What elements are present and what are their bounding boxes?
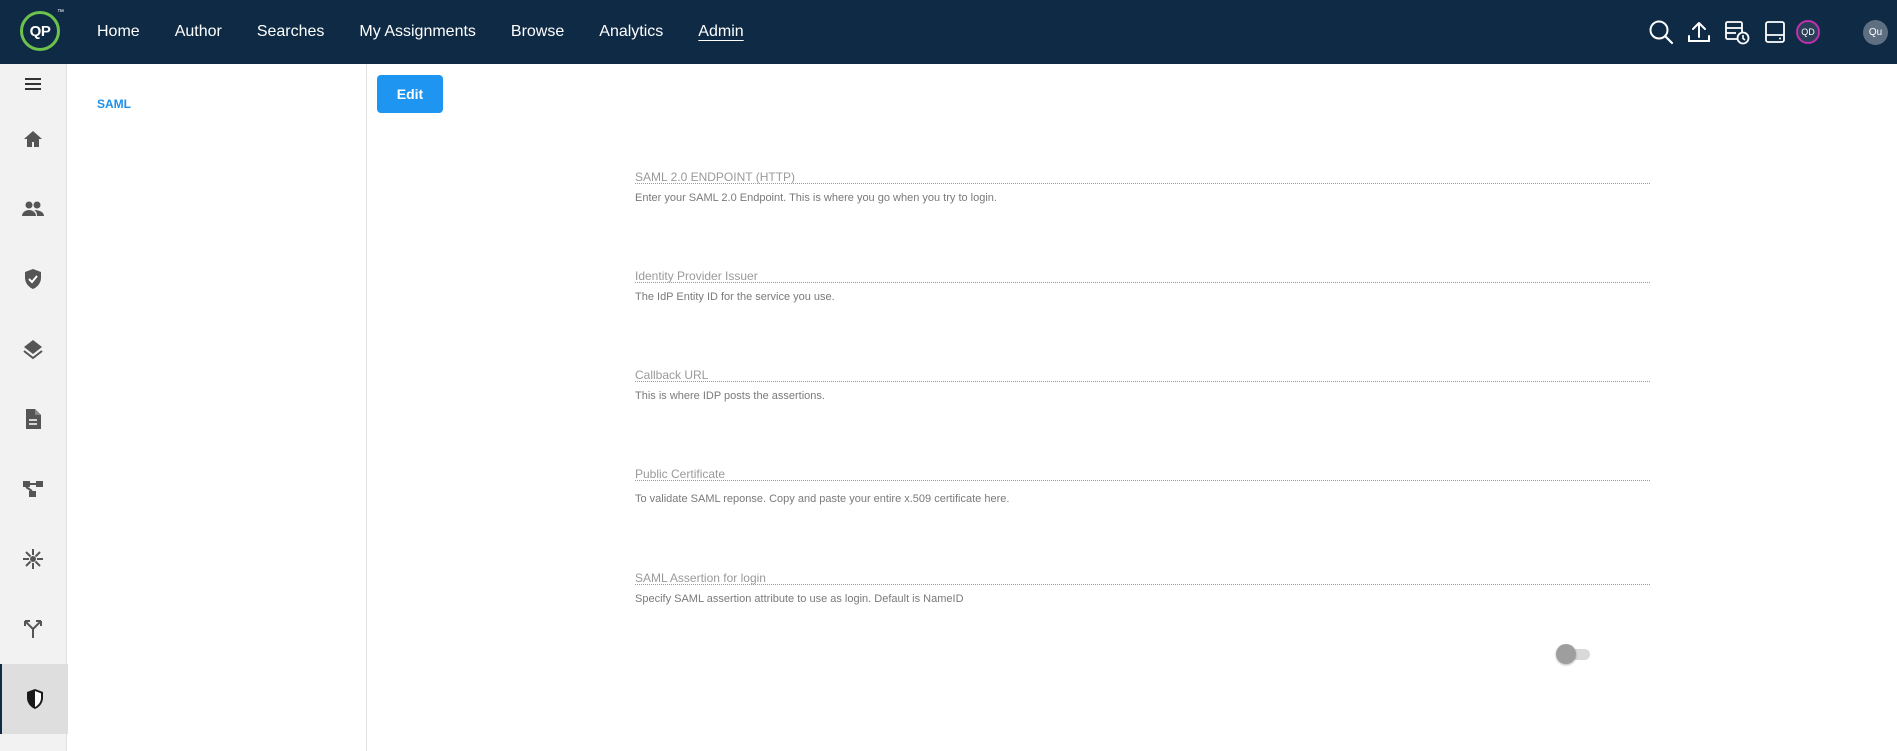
layers-icon[interactable] bbox=[0, 329, 66, 369]
field-help: To validate SAML reponse. Copy and paste… bbox=[635, 493, 1010, 505]
search-icon[interactable] bbox=[1647, 18, 1675, 46]
sub-navigation: SAML bbox=[67, 64, 367, 751]
nav-searches[interactable]: Searches bbox=[257, 23, 325, 41]
tray-icon[interactable] bbox=[1761, 18, 1789, 46]
app-logo[interactable]: QP bbox=[20, 11, 60, 51]
saml-toggle[interactable] bbox=[1556, 644, 1592, 664]
home-icon[interactable] bbox=[0, 119, 66, 159]
main-nav: Home Author Searches My Assignments Brow… bbox=[97, 0, 779, 64]
idp-issuer-field[interactable]: Identity Provider Issuer The IdP Entity … bbox=[635, 269, 1650, 303]
field-help: This is where IDP posts the assertions. bbox=[635, 390, 825, 402]
field-label: Callback URL bbox=[635, 368, 709, 382]
nav-browse[interactable]: Browse bbox=[511, 23, 564, 41]
saml-endpoint-field[interactable]: SAML 2.0 ENDPOINT (HTTP) Enter your SAML… bbox=[635, 170, 1650, 204]
field-help: Enter your SAML 2.0 Endpoint. This is wh… bbox=[635, 192, 997, 204]
upload-icon[interactable] bbox=[1685, 18, 1713, 46]
subnav-saml[interactable]: SAML bbox=[97, 97, 131, 111]
document-icon[interactable] bbox=[0, 399, 66, 439]
callback-url-field[interactable]: Callback URL This is where IDP posts the… bbox=[635, 368, 1650, 402]
qd-avatar[interactable]: QD bbox=[1796, 20, 1820, 44]
field-label: SAML Assertion for login bbox=[635, 571, 766, 585]
trademark: ™ bbox=[57, 9, 64, 16]
nav-home[interactable]: Home bbox=[97, 23, 140, 41]
menu-icon[interactable] bbox=[0, 64, 66, 104]
field-help: The IdP Entity ID for the service you us… bbox=[635, 291, 835, 303]
edit-button[interactable]: Edit bbox=[377, 75, 443, 113]
saml-assertion-login-field[interactable]: SAML Assertion for login Specify SAML as… bbox=[635, 571, 1650, 605]
top-navigation-bar: QP ™ Home Author Searches My Assignments… bbox=[0, 0, 1897, 64]
workflow-icon[interactable] bbox=[0, 469, 66, 509]
shield-check-icon[interactable] bbox=[0, 259, 66, 299]
nav-my-assignments[interactable]: My Assignments bbox=[359, 23, 475, 41]
scheduled-jobs-icon[interactable] bbox=[1723, 18, 1751, 46]
field-label: SAML 2.0 ENDPOINT (HTTP) bbox=[635, 170, 796, 184]
field-label: Public Certificate bbox=[635, 467, 726, 481]
user-avatar[interactable]: Qu bbox=[1863, 20, 1888, 45]
field-help: Specify SAML assertion attribute to use … bbox=[635, 593, 964, 605]
side-rail bbox=[0, 64, 68, 751]
nav-admin[interactable]: Admin bbox=[698, 23, 743, 41]
admin-shield-icon[interactable] bbox=[0, 664, 68, 734]
people-icon[interactable] bbox=[0, 189, 66, 229]
toggle-knob bbox=[1556, 644, 1576, 664]
field-label: Identity Provider Issuer bbox=[635, 269, 758, 283]
public-certificate-field[interactable]: Public Certificate To validate SAML repo… bbox=[635, 467, 1650, 505]
hub-icon[interactable] bbox=[0, 539, 66, 579]
nav-author[interactable]: Author bbox=[175, 23, 222, 41]
nav-analytics[interactable]: Analytics bbox=[599, 23, 663, 41]
logo-text: QP bbox=[29, 22, 51, 40]
merge-icon[interactable] bbox=[0, 609, 66, 649]
top-icons: QD Qu bbox=[1637, 0, 1897, 64]
